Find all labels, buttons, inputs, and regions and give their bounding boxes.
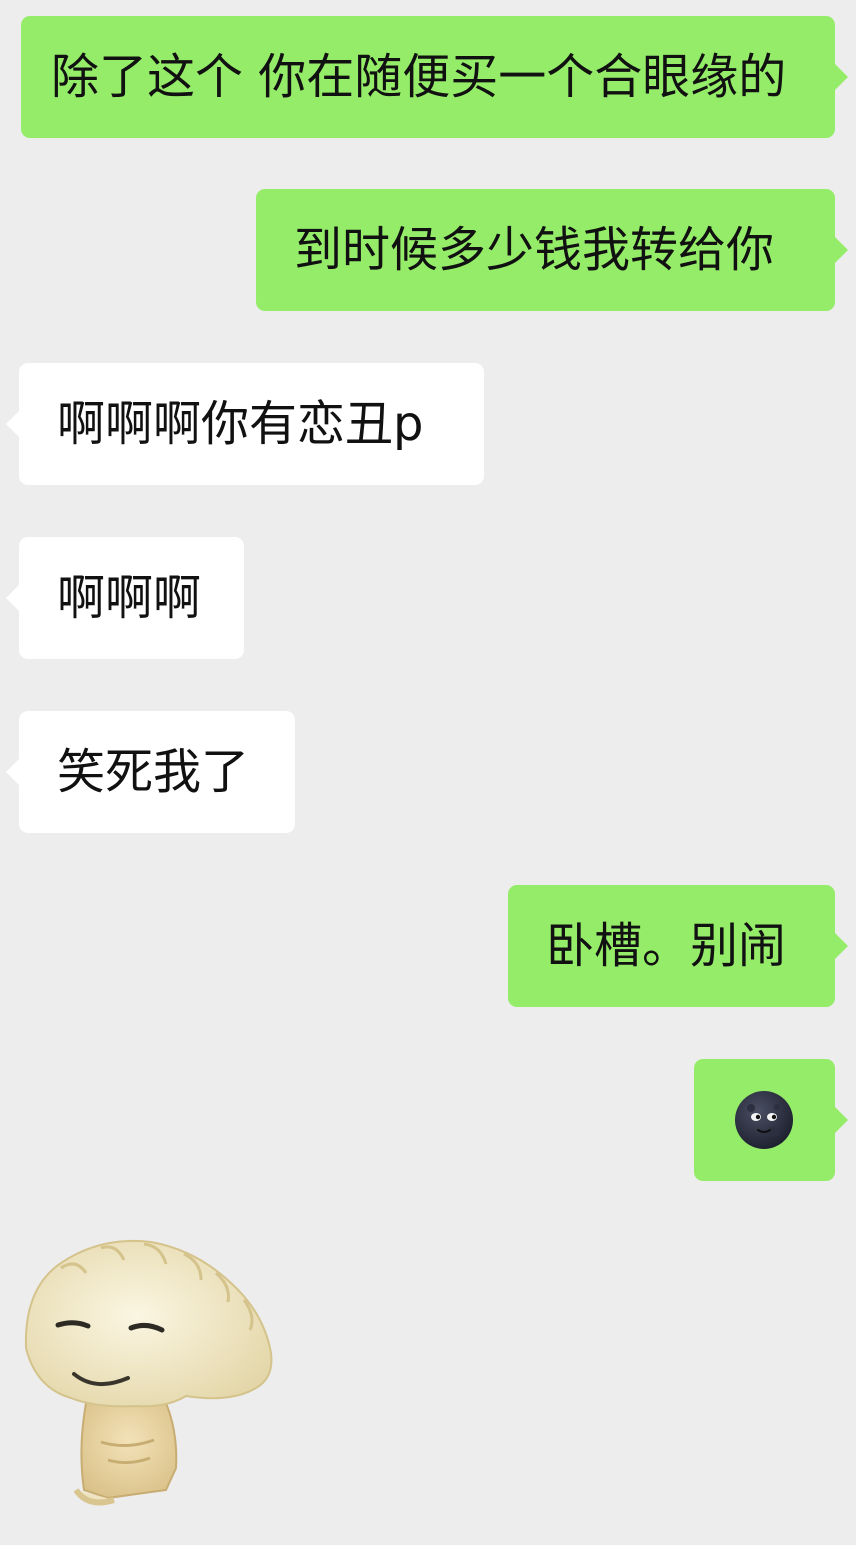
message-bubble-sent-emoji[interactable] — [694, 1059, 848, 1181]
message-bubble-received[interactable]: 啊啊啊你有恋丑p — [6, 363, 484, 485]
message-bubble-received[interactable]: 笑死我了 — [6, 711, 295, 833]
message-text: 卧槽。别闹 — [546, 918, 787, 974]
message-text: 到时候多少钱我转给你 — [294, 222, 775, 278]
dumpling-sticker[interactable] — [16, 1228, 278, 1508]
message-text: 啊啊啊你有恋丑p — [57, 396, 424, 452]
message-bubble-sent[interactable]: 卧槽。别闹 — [508, 885, 848, 1007]
message-bubble-received[interactable]: 啊啊啊 — [6, 537, 244, 659]
message-bubble-sent[interactable]: 到时候多少钱我转给你 — [256, 189, 848, 311]
new-moon-face-icon — [735, 1091, 793, 1149]
message-text: 笑死我了 — [57, 744, 250, 800]
message-bubble-sent[interactable]: 除了这个 你在随便买一个合眼缘的 — [21, 16, 848, 138]
message-text: 除了这个 你在随便买一个合眼缘的 — [51, 49, 787, 105]
message-text: 啊啊啊 — [57, 570, 202, 626]
